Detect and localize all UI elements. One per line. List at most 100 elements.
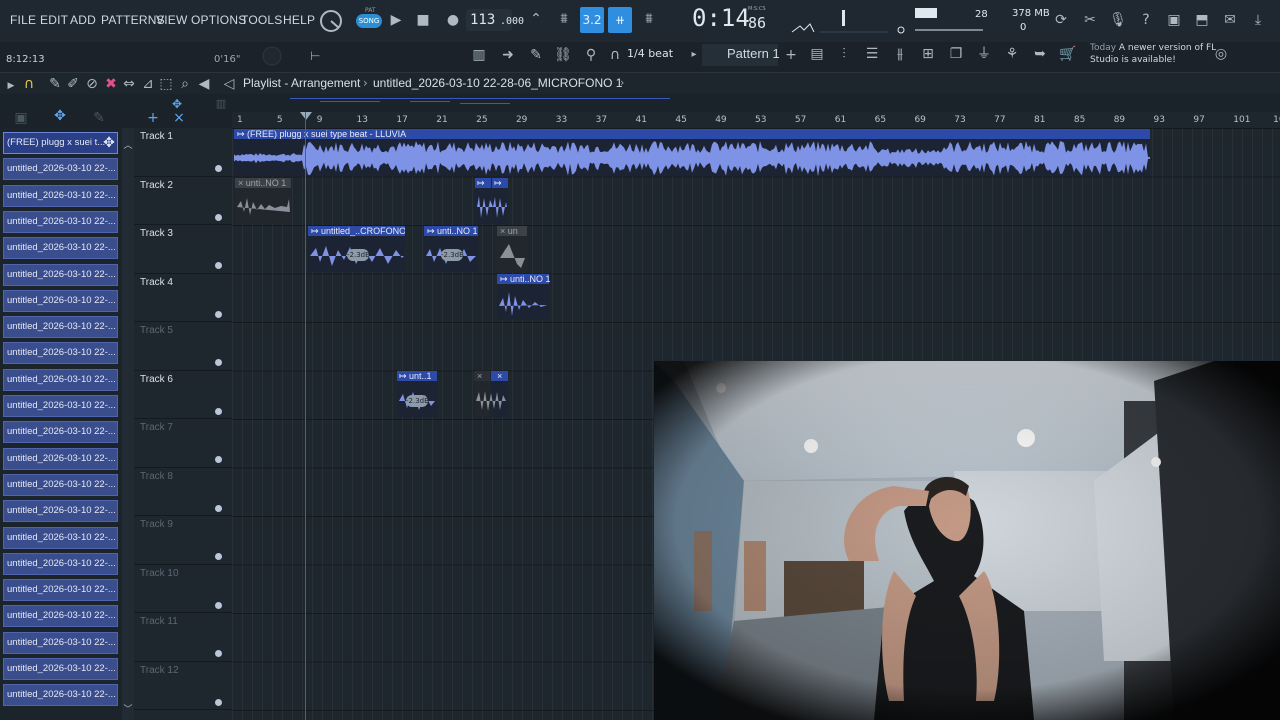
globe-icon[interactable]: ◎ [1213,46,1229,62]
channel-item[interactable]: untitled_2026-03-10 22-... [3,526,118,549]
channel-item[interactable]: untitled_2026-03-10 22-... [3,684,118,707]
track-name[interactable]: Track 10 [140,568,179,579]
tempo-value[interactable]: 113 [470,12,495,28]
track-enable-button[interactable] [215,650,222,657]
track-name[interactable]: Track 5 [140,325,173,336]
arrow-icon[interactable]: ➜ [498,47,518,63]
channel-item[interactable]: untitled_2026-03-10 22-... [3,395,118,417]
browser-icon[interactable]: ⊞ [918,46,938,62]
save-icon[interactable]: ▣ [1165,12,1183,28]
channel-item[interactable]: untitled_2026-03-10 22-... [3,658,118,680]
magnet-snap-icon[interactable]: ∩ [22,76,36,92]
track-name[interactable]: Track 12 [140,665,179,676]
delete-tool-icon[interactable]: ⊘ [85,76,99,92]
draw-tool-icon[interactable]: ✎ [48,76,62,92]
news-panel[interactable]: Today A newer version of FL Studio is av… [1090,42,1220,66]
channel-item[interactable]: untitled_2026-03-10 22-... [3,447,118,470]
edison-icon[interactable]: ⚘ [1002,46,1022,62]
track-enable-button[interactable] [215,262,222,269]
clip-track6-a-gain[interactable]: -2.3dB [406,395,429,407]
stamp-icon[interactable]: ⚲ [581,47,601,63]
track-name[interactable]: Track 9 [140,519,173,530]
menu-options[interactable]: OPTIONS [191,13,246,27]
chat-icon[interactable]: ✉ [1221,12,1239,28]
track-name[interactable]: Track 11 [140,616,178,627]
slip-tool-icon[interactable]: ⇔ [122,76,136,92]
microphone-icon[interactable]: 🎙 [1109,12,1127,28]
channel-rack-icon[interactable]: ⫶ [834,46,854,62]
magnet-icon[interactable]: ∩ [607,47,623,63]
menu-help[interactable]: HELP [283,13,315,27]
tuner-icon[interactable]: ✂ [1081,12,1099,28]
download-icon[interactable]: ⤓ [1249,12,1267,28]
speaker-icon[interactable]: ◁ [222,76,236,92]
track-name[interactable]: Track 1 [140,131,173,142]
record-icon[interactable]: ● [446,12,460,28]
shop-icon[interactable]: 🛒 [1058,46,1078,62]
track-enable-button[interactable] [215,407,222,415]
track-enable-button[interactable] [215,553,222,560]
refresh-icon[interactable]: ⟳ [1052,12,1070,28]
stop-icon[interactable]: ■ [416,12,430,28]
play-icon[interactable]: ▶ [389,12,403,28]
channel-item[interactable]: untitled_2026-03-10 22-... [3,342,118,365]
channel-item[interactable]: (FREE) plugg x suei t... [3,132,118,154]
menu-file[interactable]: FILE [10,13,36,27]
close-icon[interactable]: × [172,110,186,126]
collapse-icon[interactable]: ✥ [170,96,184,112]
channel-item[interactable]: untitled_2026-03-10 22-... [3,237,118,260]
channel-move-icon[interactable]: ✥ [102,135,116,151]
clip-track3-a-gain[interactable]: -2.3dB [347,249,370,261]
menu-view[interactable]: VIEW [156,13,187,27]
metronome-icon[interactable]: ⌃ [524,11,548,27]
render-icon[interactable]: ⬒ [1193,12,1211,28]
track-enable-button[interactable] [215,213,222,221]
picker-icon[interactable]: ▣ [14,110,28,126]
track-name[interactable]: Track 3 [140,228,173,239]
track-name[interactable]: Track 8 [140,471,173,482]
play-small-icon[interactable]: ▶ [6,78,16,94]
channel-item[interactable]: untitled_2026-03-10 22-... [3,184,118,207]
track-enable-button[interactable] [215,601,222,609]
channel-item[interactable]: untitled_2026-03-10 22-... [3,552,118,575]
track-enable-button[interactable] [215,165,222,172]
snap-selector[interactable]: 1/4 beat [627,47,673,60]
channel-item[interactable]: untitled_2026-03-10 22-... [3,421,118,444]
panel-icon[interactable]: ▥ [214,96,228,112]
piano-roll-icon[interactable]: ▥ [468,47,490,63]
track-enable-button[interactable] [215,504,222,512]
playlist-breadcrumb-file[interactable]: untitled_2026-03-10 22-28-06_MICROFONO 1 [373,76,622,90]
track-name[interactable]: Track 4 [140,277,173,288]
knob-icon[interactable]: ⊢ [258,44,328,68]
scroll-down-icon[interactable]: ﹀ [122,702,134,718]
add-pattern-icon[interactable]: + [784,47,798,63]
brush-icon[interactable]: ✎ [92,110,106,126]
track-enable-button[interactable] [215,698,222,706]
master-volume-knob-icon[interactable] [318,8,344,34]
help-icon[interactable]: ? [1137,12,1155,28]
channel-item[interactable]: untitled_2026-03-10 22-... [3,500,118,523]
add-track-icon[interactable]: + [146,110,160,126]
wait-input-icon[interactable]: ⩩ [553,11,575,27]
zoom-tool-icon[interactable]: ⌕ [178,76,192,92]
playback-tool-icon[interactable]: ◀ [197,76,211,92]
channel-item[interactable]: untitled_2026-03-10 22-... [3,631,118,654]
select-tool-icon[interactable]: ⬚ [159,76,173,92]
pencil-icon[interactable]: ✎ [526,47,546,63]
channel-scrollbar[interactable] [122,128,134,720]
song-mode-toggle[interactable]: SONG [356,14,382,28]
slice-tool-icon[interactable]: ⊿ [141,76,155,92]
link-icon[interactable]: ⛓ [553,47,573,63]
channel-item[interactable]: untitled_2026-03-10 22-... [3,605,118,628]
track-enable-button[interactable] [215,456,222,463]
share-icon[interactable]: ➥ [1030,46,1050,62]
track-name[interactable]: Track 6 [140,374,173,385]
menu-edit[interactable]: EDIT [40,13,68,27]
track-name[interactable]: Track 7 [140,422,173,433]
menu-add[interactable]: ADD [70,13,96,27]
channel-item[interactable]: untitled_2026-03-10 22-... [3,368,118,391]
channel-item[interactable]: untitled_2026-03-10 22-... [3,158,118,181]
pattern-selector[interactable]: Pattern 1 [727,46,780,61]
channel-item[interactable]: untitled_2026-03-10 22-... [3,289,118,312]
playlist-icon[interactable]: ▤ [807,46,827,62]
